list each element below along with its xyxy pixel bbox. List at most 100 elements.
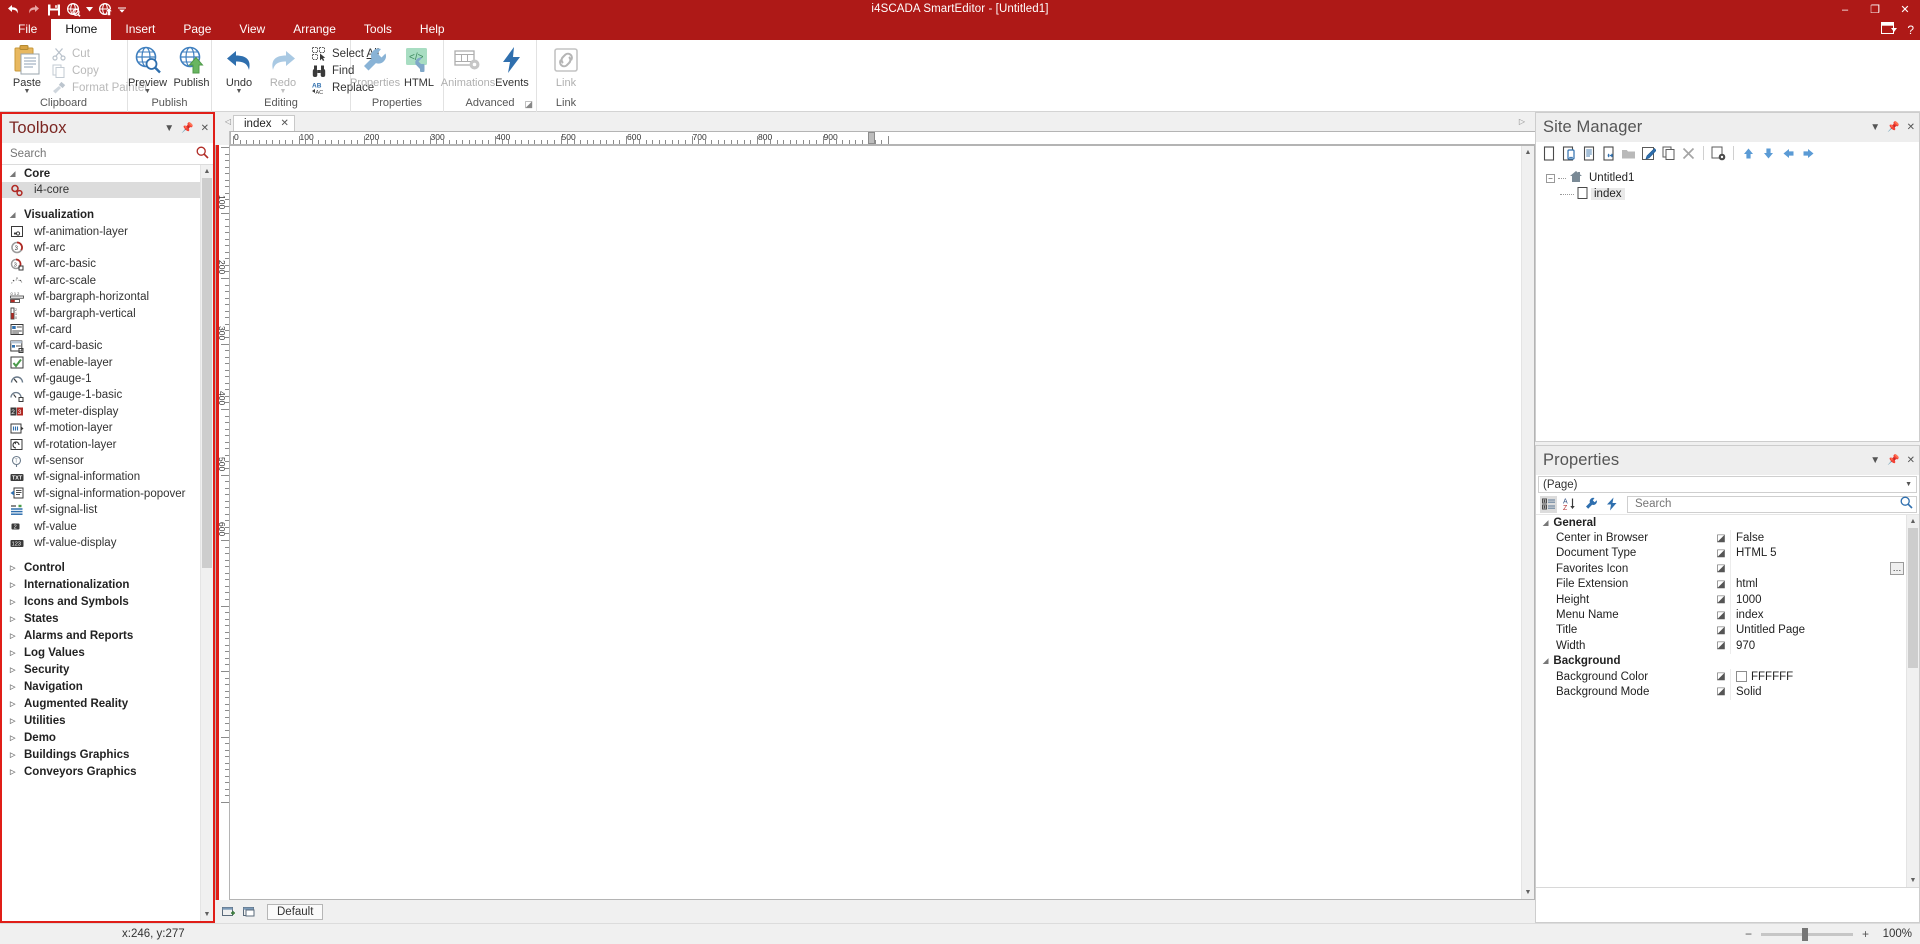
property-value-cell[interactable]: 970 — [1730, 638, 1906, 654]
property-value-cell[interactable]: HTML 5 — [1730, 545, 1906, 562]
expand-collapse-icon[interactable]: ▷ — [10, 666, 18, 674]
toolbox-category-control[interactable]: ▷ Control — [2, 559, 200, 576]
minimize-button[interactable]: – — [1830, 0, 1860, 19]
layer-default-chip[interactable]: Default — [267, 903, 324, 920]
help-icon[interactable]: ? — [1907, 23, 1914, 37]
canvas-vertical-scrollbar[interactable]: ▲ ▼ — [1521, 146, 1534, 899]
expand-collapse-icon[interactable]: ▷ — [10, 598, 18, 606]
property-row-favorites-icon[interactable]: Favorites Icon ◪… — [1536, 561, 1906, 577]
animations-button[interactable]: Animations — [441, 43, 495, 90]
vertical-ruler[interactable]: 100 200 300 400 500 600 — [215, 145, 230, 900]
close-icon[interactable]: ✕ — [201, 123, 209, 134]
property-category-general[interactable]: ◢ General — [1536, 515, 1906, 530]
toolbox-item-wf-signal-list[interactable]: wf-signal-list — [2, 502, 200, 518]
toolbox-category-icons-and-symbols[interactable]: ▷ Icons and Symbols — [2, 593, 200, 610]
new-folder-icon[interactable] — [1620, 144, 1637, 162]
property-value-cell[interactable]: … — [1730, 561, 1906, 577]
property-row-center-in-browser[interactable]: Center in Browser ◪ False — [1536, 530, 1906, 546]
expand-collapse-icon[interactable]: ◢ — [10, 211, 18, 219]
toolbox-item-wf-signal-information-popover[interactable]: wf-signal-information-popover — [2, 486, 200, 502]
property-row-background-mode[interactable]: Background Mode ◪ Solid — [1536, 684, 1906, 700]
toolbox-category-alarms-and-reports[interactable]: ▷ Alarms and Reports — [2, 627, 200, 644]
property-row-width[interactable]: Width ◪ 970 — [1536, 638, 1906, 654]
alphabetical-icon[interactable]: AZ — [1561, 496, 1578, 513]
property-value-cell[interactable]: False — [1730, 530, 1906, 546]
expand-collapse-icon[interactable]: ▷ — [10, 649, 18, 657]
toolbox-category-augmented-reality[interactable]: ▷ Augmented Reality — [2, 695, 200, 712]
search-icon[interactable] — [1900, 496, 1913, 512]
toolbox-item-wf-card[interactable]: wf-card — [2, 322, 200, 338]
property-row-document-type[interactable]: Document Type ◪ HTML 5 — [1536, 545, 1906, 562]
toolbox-item-i4-core[interactable]: i4-core — [2, 182, 200, 199]
toolbox-item-wf-bargraph-horizontal[interactable]: 0 1 2 wf-bargraph-horizontal — [2, 289, 200, 305]
toolbox-item-wf-arc-basic[interactable]: 3 wf-arc-basic — [2, 256, 200, 272]
toolbox-item-wf-arc[interactable]: 3 wf-arc — [2, 240, 200, 256]
scrollbar-thumb[interactable] — [1908, 528, 1918, 668]
property-value-cell[interactable]: html — [1730, 576, 1906, 592]
property-value-cell[interactable]: FFFFFF — [1730, 668, 1906, 685]
toolbox-category-demo[interactable]: ▷ Demo — [2, 729, 200, 746]
properties-button[interactable]: Properties — [350, 43, 400, 90]
pin-icon[interactable]: 📌 — [1887, 122, 1899, 133]
toolbox-item-wf-meter-display[interactable]: 2 3 wf-meter-display — [2, 404, 200, 420]
site-manager-menu-icon[interactable]: ▼ — [1870, 122, 1880, 133]
events-icon[interactable] — [1603, 496, 1620, 513]
redo-button[interactable]: Redo ▼ — [261, 43, 305, 96]
close-icon[interactable]: ✕ — [1907, 455, 1915, 466]
new-mobile-page-icon[interactable] — [1560, 144, 1577, 162]
toolbox-category-internationalization[interactable]: ▷ Internationalization — [2, 576, 200, 593]
property-binding-icon[interactable]: ◪ — [1712, 671, 1730, 682]
canvas-scroll-up-icon[interactable]: ▲ — [1522, 146, 1534, 159]
property-value-cell[interactable]: Untitled Page — [1730, 622, 1906, 639]
expand-collapse-icon[interactable]: ▷ — [10, 632, 18, 640]
copy-icon[interactable] — [1660, 144, 1677, 162]
close-button[interactable]: ✕ — [1890, 0, 1920, 19]
scrollbar-thumb[interactable] — [202, 178, 212, 568]
toolbox-item-wf-sensor[interactable]: Twf-sensor — [2, 453, 200, 469]
toolbox-item-wf-card-basic[interactable]: wf-card-basic — [2, 338, 200, 354]
toolbox-menu-icon[interactable]: ▼ — [164, 123, 174, 134]
property-binding-icon[interactable]: ◪ — [1712, 579, 1730, 590]
delete-icon[interactable] — [1680, 144, 1697, 162]
new-link-icon[interactable] — [1600, 144, 1617, 162]
toolbox-item-wf-rotation-layer[interactable]: wf-rotation-layer — [2, 436, 200, 452]
property-binding-icon[interactable]: ◪ — [1712, 610, 1730, 621]
tab-tools[interactable]: Tools — [350, 19, 406, 40]
scroll-down-icon[interactable]: ▼ — [1907, 874, 1919, 887]
toolbox-category-buildings-graphics[interactable]: ▷ Buildings Graphics — [2, 746, 200, 763]
toolbox-category-core[interactable]: ◢ Core — [2, 165, 200, 182]
new-template-icon[interactable] — [1580, 144, 1597, 162]
property-value-cell[interactable]: 1000 — [1730, 591, 1906, 608]
toolbox-item-wf-motion-layer[interactable]: wf-motion-layer — [2, 420, 200, 436]
tab-insert[interactable]: Insert — [111, 19, 169, 40]
toolbox-item-wf-gauge-1-basic[interactable]: wf-gauge-1-basic — [2, 387, 200, 403]
zoom-in-button[interactable]: + — [1862, 927, 1869, 941]
property-grid-scrollbar[interactable]: ▲ ▼ — [1906, 515, 1919, 887]
property-binding-icon[interactable]: ◪ — [1712, 686, 1730, 697]
toolbox-item-wf-enable-layer[interactable]: wf-enable-layer — [2, 355, 200, 371]
preview-button[interactable]: Preview ▼ — [126, 43, 170, 96]
document-tab-index[interactable]: index ✕ — [233, 115, 295, 131]
tree-node-root[interactable]: − Untitled1 — [1546, 170, 1919, 186]
expand-collapse-icon[interactable]: ▷ — [10, 615, 18, 623]
settings-icon[interactable] — [1710, 144, 1727, 162]
expand-collapse-icon[interactable]: ◢ — [1543, 519, 1548, 527]
layers-icon[interactable] — [242, 905, 257, 919]
link-button[interactable]: Link — [544, 43, 588, 90]
property-ellipsis-button[interactable]: … — [1890, 562, 1904, 576]
toolbox-category-log-values[interactable]: ▷ Log Values — [2, 644, 200, 661]
tab-prev-icon[interactable]: ◁ — [223, 112, 233, 131]
tab-page[interactable]: Page — [169, 19, 225, 40]
zoom-slider[interactable] — [1760, 927, 1853, 941]
expand-collapse-icon[interactable]: ▷ — [10, 683, 18, 691]
property-category-background[interactable]: ◢ Background — [1536, 654, 1906, 669]
toolbox-category-conveyors-graphics[interactable]: ▷ Conveyors Graphics — [2, 763, 200, 780]
search-icon[interactable] — [196, 146, 209, 162]
tab-next-icon[interactable]: ▷ — [1517, 112, 1527, 131]
expand-collapse-icon[interactable]: ▷ — [10, 700, 18, 708]
paste-button[interactable]: Paste ▼ — [5, 43, 49, 96]
toolbox-category-visualization[interactable]: ◢ Visualization — [2, 206, 200, 223]
expand-collapse-icon[interactable]: − — [1546, 173, 1555, 183]
zoom-slider-knob[interactable] — [1801, 927, 1808, 941]
restore-button[interactable]: ❐ — [1860, 0, 1890, 19]
